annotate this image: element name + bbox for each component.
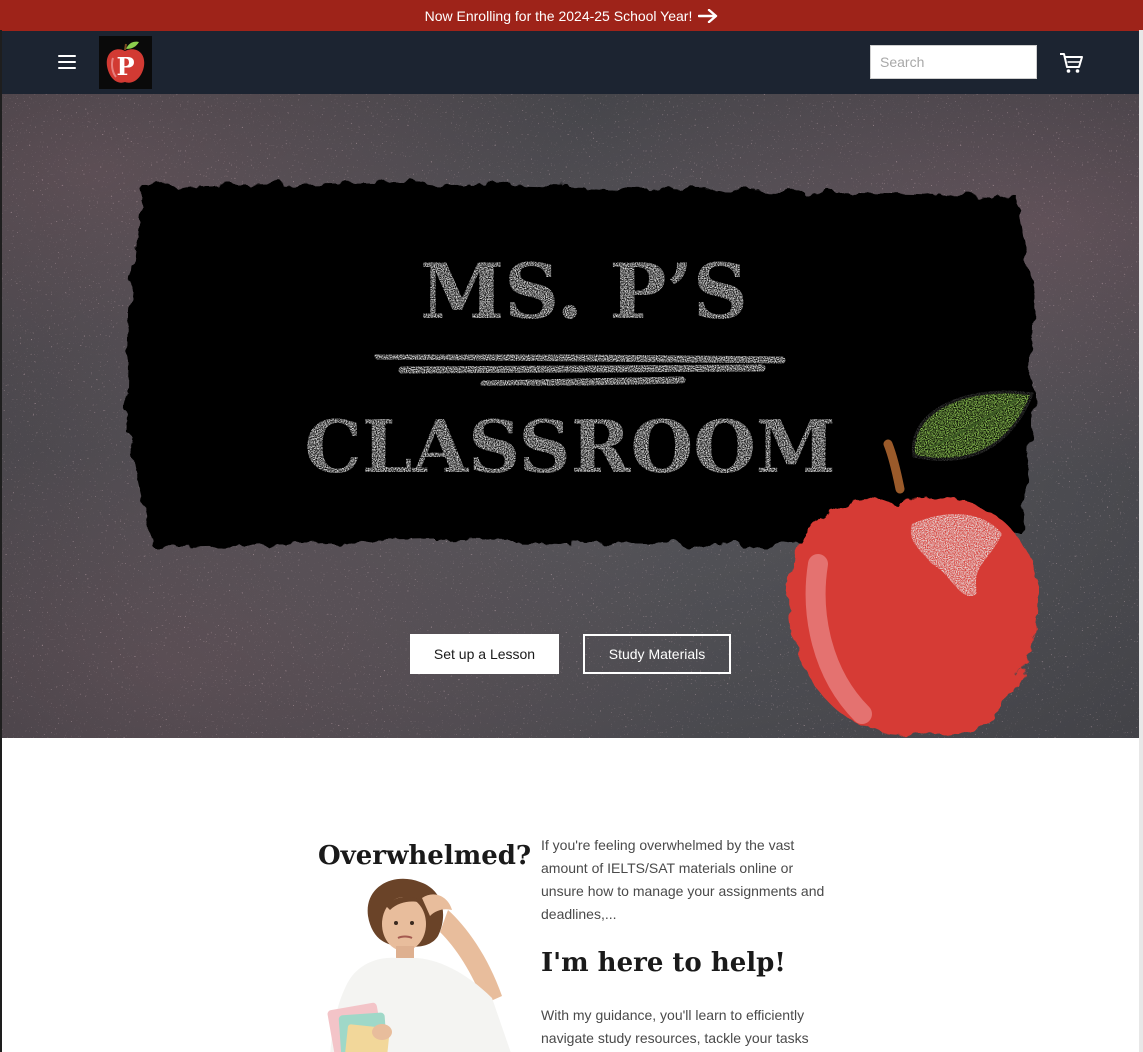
scrollbar-track[interactable]	[1139, 30, 1143, 1052]
arrow-right-icon	[698, 8, 718, 23]
menu-icon[interactable]	[58, 55, 76, 71]
heading-overwhelmed: Overwhelmed?	[318, 841, 532, 871]
logo-letter: P	[116, 52, 134, 81]
cart-icon[interactable]	[1058, 51, 1084, 75]
window-edge-left	[0, 30, 2, 1052]
site-header: P	[2, 31, 1139, 94]
hero-title-line2: CLASSROOM	[304, 404, 835, 489]
intro-paragraph-2: With my guidance, you'll learn to effici…	[541, 1007, 809, 1046]
announcement-text[interactable]: Now Enrolling for the 2024-25 School Yea…	[425, 8, 693, 24]
announcement-bar[interactable]: Now Enrolling for the 2024-25 School Yea…	[0, 0, 1143, 31]
intro-paragraph-1: If you're feeling overwhelmed by the vas…	[541, 837, 825, 922]
student-photo	[316, 876, 516, 1052]
hero-title-line1: MS. P’S	[420, 247, 748, 336]
apple-logo-icon[interactable]: P	[99, 36, 152, 89]
chalkboard-art: MS. P’S CLASSROOM	[2, 94, 1139, 738]
intro-section: Overwhelmed? If you're feeling overwhelm…	[2, 738, 1139, 1052]
hero-banner: MS. P’S CLASSROOM Set up a Lesson Study …	[2, 94, 1139, 738]
study-materials-button[interactable]: Study Materials	[583, 634, 731, 674]
set-up-lesson-button[interactable]: Set up a Lesson	[410, 634, 559, 674]
search-input[interactable]	[870, 45, 1037, 79]
heading-here-to-help: I'm here to help!	[541, 948, 786, 978]
